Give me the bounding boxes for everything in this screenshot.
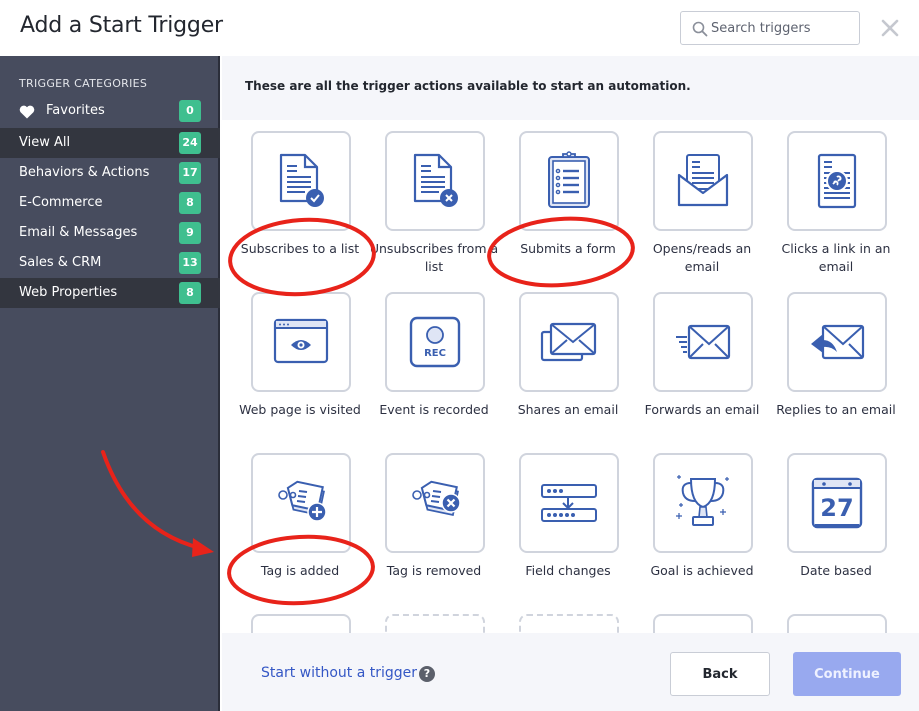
document-link-icon bbox=[817, 153, 857, 209]
calendar-icon: 27 bbox=[811, 477, 863, 529]
sidebar-item-sales-crm[interactable]: Sales & CRM 13 bbox=[0, 248, 220, 278]
trigger-label: Submits a form bbox=[520, 241, 616, 256]
trigger-label: Web page is visited bbox=[239, 402, 361, 417]
trigger-card-event-recorded[interactable]: REC bbox=[385, 292, 485, 392]
envelopes-icon bbox=[540, 322, 597, 362]
category-sidebar: TRIGGER CATEGORIES Favorites 0 View All … bbox=[0, 56, 220, 711]
trigger-card-subscribes[interactable] bbox=[251, 131, 351, 231]
calendar-day: 27 bbox=[820, 494, 853, 522]
trigger-card-clicks-link[interactable] bbox=[787, 131, 887, 231]
trigger-card-goal-achieved[interactable] bbox=[653, 453, 753, 553]
trigger-card-unsubscribes[interactable] bbox=[385, 131, 485, 231]
help-icon[interactable]: ? bbox=[419, 666, 435, 682]
trigger-card-partial[interactable] bbox=[787, 614, 887, 633]
trigger-label: Field changes bbox=[525, 563, 611, 578]
search-input[interactable] bbox=[711, 12, 856, 44]
reply-envelope-icon bbox=[811, 324, 865, 360]
heart-icon bbox=[19, 105, 35, 119]
field-change-icon bbox=[541, 484, 597, 522]
start-without-trigger-link[interactable]: Start without a trigger bbox=[261, 665, 417, 681]
close-icon[interactable] bbox=[880, 18, 900, 38]
forward-envelope-icon bbox=[676, 324, 731, 360]
rec-text: REC bbox=[424, 348, 446, 359]
count-badge: 13 bbox=[179, 252, 201, 274]
trigger-card-field-changes[interactable] bbox=[519, 453, 619, 553]
tag-remove-icon bbox=[412, 480, 461, 517]
trigger-card-opens-email[interactable] bbox=[653, 131, 753, 231]
trigger-label: Date based bbox=[800, 563, 872, 578]
count-badge: 0 bbox=[179, 100, 201, 122]
open-envelope-icon bbox=[677, 154, 729, 207]
trigger-card-forwards-email[interactable] bbox=[653, 292, 753, 392]
trigger-card-submits-form[interactable] bbox=[519, 131, 619, 231]
browser-eye-icon bbox=[273, 318, 329, 364]
trigger-label: Subscribes to a list bbox=[240, 241, 360, 256]
sidebar-item-label: Behaviors & Actions bbox=[19, 165, 150, 180]
sidebar-item-label: Favorites bbox=[46, 103, 105, 118]
dialog-header: Add a Start Trigger bbox=[0, 0, 919, 56]
trigger-card-date-based[interactable]: 27 bbox=[787, 453, 887, 553]
trigger-label: Shares an email bbox=[517, 402, 619, 417]
rec-icon: REC bbox=[409, 316, 461, 368]
trigger-label: Unsubscribes from a list bbox=[369, 241, 499, 274]
trigger-card-replies-email[interactable] bbox=[787, 292, 887, 392]
count-badge: 24 bbox=[179, 132, 201, 154]
trigger-label: Forwards an email bbox=[644, 402, 760, 417]
trigger-card-shares-email[interactable] bbox=[519, 292, 619, 392]
trigger-label: Clicks a link in an email bbox=[781, 241, 891, 274]
trigger-label: Tag is removed bbox=[386, 563, 482, 578]
sidebar-item-label: View All bbox=[19, 135, 71, 150]
count-badge: 17 bbox=[179, 162, 201, 184]
sidebar-item-e-commerce[interactable]: E-Commerce 8 bbox=[0, 188, 220, 218]
dialog-title: Add a Start Trigger bbox=[20, 13, 223, 38]
sidebar-item-email-messages[interactable]: Email & Messages 9 bbox=[0, 218, 220, 248]
trigger-card-partial[interactable] bbox=[519, 614, 619, 633]
sidebar-item-label: Web Properties bbox=[19, 285, 118, 300]
trigger-grid-panel: These are all the trigger actions availa… bbox=[222, 56, 919, 633]
continue-button[interactable]: Continue bbox=[793, 652, 901, 696]
intro-text: These are all the trigger actions availa… bbox=[245, 79, 691, 93]
sidebar-item-web-properties[interactable]: Web Properties 8 bbox=[0, 278, 220, 308]
trigger-label: Replies to an email bbox=[776, 402, 896, 417]
clipboard-form-icon bbox=[548, 151, 590, 208]
trigger-label: Goal is achieved bbox=[650, 563, 754, 578]
trigger-label: Event is recorded bbox=[379, 402, 489, 417]
trigger-label: Tag is added bbox=[260, 563, 340, 578]
sidebar-item-favorites[interactable]: Favorites 0 bbox=[0, 96, 220, 126]
count-badge: 8 bbox=[179, 192, 201, 214]
trigger-card-partial[interactable] bbox=[385, 614, 485, 633]
search-icon bbox=[692, 21, 708, 37]
dialog-footer: Start without a trigger ? Back Continue bbox=[222, 633, 919, 711]
sidebar-item-view-all[interactable]: View All 24 bbox=[0, 128, 220, 158]
sidebar-item-behaviors-actions[interactable]: Behaviors & Actions 17 bbox=[0, 158, 220, 188]
count-badge: 9 bbox=[179, 222, 201, 244]
document-check-icon bbox=[279, 153, 324, 207]
trigger-card-partial[interactable] bbox=[251, 614, 351, 633]
back-button[interactable]: Back bbox=[670, 652, 770, 696]
sidebar-item-label: Sales & CRM bbox=[19, 255, 102, 270]
trigger-card-web-page-visited[interactable] bbox=[251, 292, 351, 392]
trigger-card-tag-added[interactable] bbox=[251, 453, 351, 553]
intro-banner: These are all the trigger actions availa… bbox=[222, 56, 919, 120]
trigger-card-partial[interactable] bbox=[653, 614, 753, 633]
sidebar-item-label: Email & Messages bbox=[19, 225, 138, 240]
sidebar-heading: TRIGGER CATEGORIES bbox=[19, 77, 148, 90]
search-box[interactable] bbox=[680, 11, 860, 45]
count-badge: 8 bbox=[179, 282, 201, 304]
trophy-icon bbox=[676, 475, 729, 526]
document-x-icon bbox=[413, 153, 458, 207]
trigger-card-tag-removed[interactable] bbox=[385, 453, 485, 553]
tag-add-icon bbox=[278, 480, 327, 522]
trigger-label: Opens/reads an email bbox=[652, 241, 752, 274]
sidebar-item-label: E-Commerce bbox=[19, 195, 103, 210]
